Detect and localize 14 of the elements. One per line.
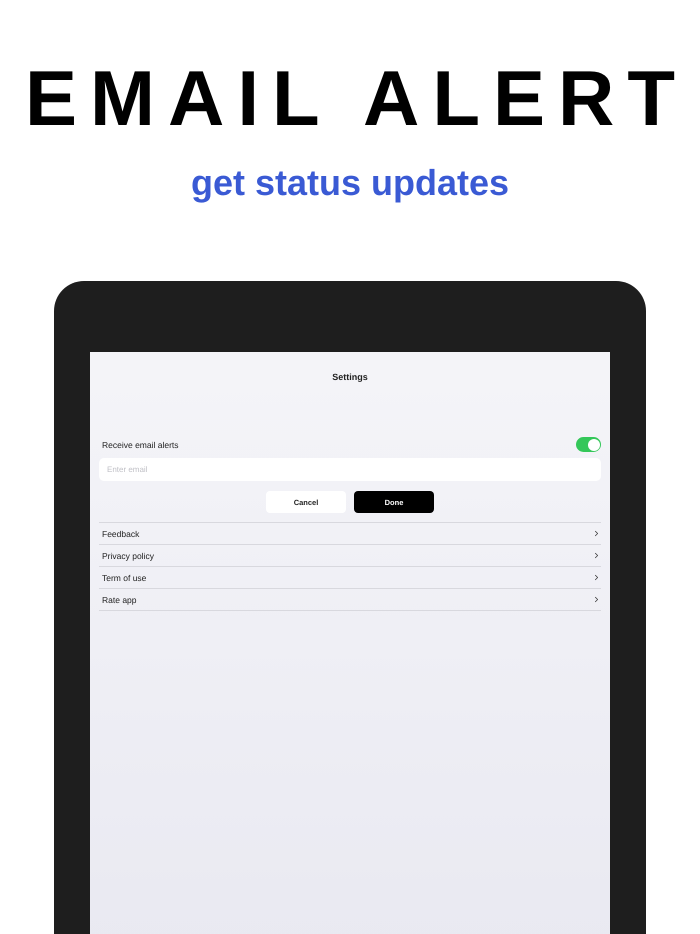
chevron-icon: [592, 529, 601, 538]
email-field[interactable]: Enter email: [99, 458, 601, 481]
toggle-label: Receive email alerts: [102, 440, 179, 450]
chevron-icon: [592, 573, 601, 582]
email-alerts-switch[interactable]: [576, 437, 601, 452]
chevron-icon: [592, 595, 601, 604]
menu-item[interactable]: Term of use: [102, 572, 146, 582]
chevron-icon: [592, 551, 601, 560]
screen-title: Settings: [331, 372, 369, 382]
menu-item[interactable]: Privacy policy: [102, 550, 154, 560]
menu-item[interactable]: Rate app: [102, 594, 136, 604]
menu-item[interactable]: Feedback: [102, 528, 140, 538]
headline: EMAIL ALERT: [24, 58, 688, 138]
subtitle: get status updates: [190, 162, 510, 204]
